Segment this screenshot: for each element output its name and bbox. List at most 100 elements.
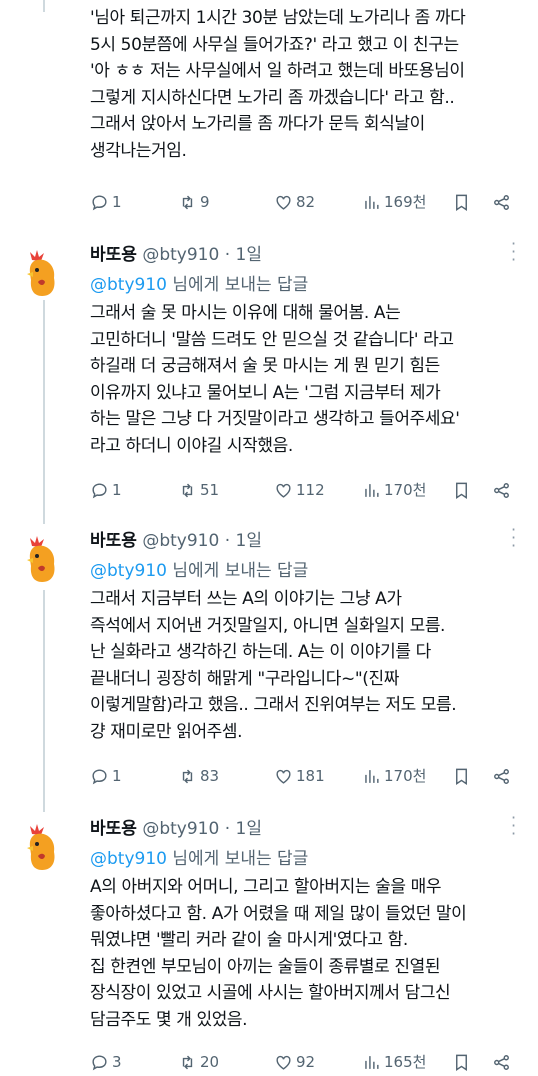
display-name[interactable]: 바또용 bbox=[90, 531, 137, 551]
share-button[interactable] bbox=[492, 190, 511, 214]
bookmark-button[interactable] bbox=[452, 478, 471, 502]
mention-link[interactable]: @bty910 bbox=[90, 561, 167, 581]
bookmark-icon bbox=[456, 1054, 467, 1071]
like-count: 112 bbox=[296, 481, 325, 499]
tweet[interactable]: 바또용 @bty910 · 1일 · · · @bty910 님에게 보내는 답글 … bbox=[0, 810, 538, 1076]
retweet-count: 51 bbox=[200, 481, 220, 499]
reply-count: 1 bbox=[112, 193, 122, 211]
like-count: 181 bbox=[296, 767, 325, 785]
reply-count: 1 bbox=[112, 767, 122, 785]
speech-bubble-icon bbox=[92, 1054, 107, 1070]
retweet-count: 83 bbox=[200, 767, 220, 785]
like-button[interactable]: 112 bbox=[274, 478, 325, 502]
avatar[interactable] bbox=[18, 248, 68, 298]
tweet[interactable]: 바또용 @bty910 · 1일 · · · @bty910 님에게 보내는 답글 … bbox=[0, 522, 538, 806]
tweet-body: '님아 퇴근까지 1시간 30분 남았는데 노가리나 좀 까다 5시 50분쯤에… bbox=[90, 8, 466, 161]
bookmark-icon bbox=[456, 482, 467, 499]
view-count: 165천 bbox=[384, 1053, 427, 1071]
like-button[interactable]: 82 bbox=[274, 190, 315, 214]
reply-context-label: 님에게 보내는 답글 bbox=[166, 561, 309, 581]
mention-link[interactable]: @bty910 bbox=[90, 849, 167, 869]
views-button[interactable]: 169천 bbox=[362, 190, 426, 214]
heart-icon bbox=[276, 769, 291, 784]
heart-icon bbox=[276, 1055, 291, 1070]
bookmark-icon bbox=[456, 768, 467, 785]
retweet-button[interactable]: 83 bbox=[178, 764, 219, 788]
avatar[interactable] bbox=[18, 534, 68, 584]
tweet-actions: 1 9 82 169천 bbox=[90, 190, 520, 214]
retweet-icon bbox=[182, 483, 193, 497]
avatar-image bbox=[27, 824, 55, 870]
tweet[interactable]: 바또용 @bty910 · 1일 · · · @bty910 님에게 보내는 답글 … bbox=[0, 236, 538, 520]
bookmark-icon bbox=[456, 194, 467, 211]
vertical-dots-icon[interactable]: · · · bbox=[510, 522, 516, 554]
retweet-icon bbox=[182, 195, 193, 209]
retweet-button[interactable]: 51 bbox=[178, 478, 219, 502]
retweet-count: 9 bbox=[200, 193, 210, 211]
tweet-header: 바또용 @bty910 · 1일 bbox=[90, 814, 262, 839]
reply-context: @bty910 님에게 보내는 답글 bbox=[90, 556, 308, 581]
view-count: 170천 bbox=[384, 481, 427, 499]
avatar[interactable] bbox=[18, 822, 68, 872]
share-icon bbox=[494, 482, 509, 498]
retweet-icon bbox=[182, 1055, 193, 1069]
reply-context: @bty910 님에게 보내는 답글 bbox=[90, 270, 308, 295]
tweet-header: 바또용 @bty910 · 1일 bbox=[90, 240, 262, 265]
view-count: 169천 bbox=[384, 193, 427, 211]
share-button[interactable] bbox=[492, 764, 511, 788]
display-name[interactable]: 바또용 bbox=[90, 245, 137, 265]
bookmark-button[interactable] bbox=[452, 764, 471, 788]
retweet-button[interactable]: 20 bbox=[178, 1050, 219, 1074]
tweet-actions: 3 20 92 165천 bbox=[90, 1050, 520, 1074]
speech-bubble-icon bbox=[92, 194, 107, 210]
speech-bubble-icon bbox=[92, 768, 107, 784]
tweet-actions: 1 83 181 170천 bbox=[90, 764, 520, 788]
mention-link[interactable]: @bty910 bbox=[90, 275, 167, 295]
avatar-image bbox=[27, 536, 55, 582]
share-button[interactable] bbox=[492, 478, 511, 502]
timestamp[interactable]: · 1일 bbox=[225, 819, 262, 839]
retweet-icon bbox=[182, 769, 193, 783]
timestamp[interactable]: · 1일 bbox=[225, 531, 262, 551]
view-count: 170천 bbox=[384, 767, 427, 785]
bar-chart-icon bbox=[365, 483, 379, 497]
views-button[interactable]: 170천 bbox=[362, 764, 426, 788]
reply-button[interactable]: 1 bbox=[90, 478, 122, 502]
like-button[interactable]: 92 bbox=[274, 1050, 315, 1074]
reply-context-label: 님에게 보내는 답글 bbox=[166, 849, 309, 869]
reply-count: 3 bbox=[112, 1053, 122, 1071]
heart-icon bbox=[276, 483, 291, 498]
share-icon bbox=[494, 194, 509, 210]
retweet-button[interactable]: 9 bbox=[178, 190, 210, 214]
handle[interactable]: @bty910 bbox=[142, 819, 219, 839]
retweet-count: 20 bbox=[200, 1053, 220, 1071]
reply-context-label: 님에게 보내는 답글 bbox=[166, 275, 309, 295]
vertical-dots-icon[interactable]: · · · bbox=[510, 236, 516, 268]
avatar-image bbox=[27, 250, 55, 296]
like-count: 92 bbox=[296, 1053, 316, 1071]
like-button[interactable]: 181 bbox=[274, 764, 325, 788]
display-name[interactable]: 바또용 bbox=[90, 819, 137, 839]
reply-context: @bty910 님에게 보내는 답글 bbox=[90, 844, 308, 869]
share-icon bbox=[494, 1054, 509, 1070]
handle[interactable]: @bty910 bbox=[142, 531, 219, 551]
bookmark-button[interactable] bbox=[452, 190, 471, 214]
views-button[interactable]: 165천 bbox=[362, 1050, 426, 1074]
bookmark-button[interactable] bbox=[452, 1050, 471, 1074]
handle[interactable]: @bty910 bbox=[142, 245, 219, 265]
reply-button[interactable]: 3 bbox=[90, 1050, 122, 1074]
reply-button[interactable]: 1 bbox=[90, 190, 122, 214]
reply-button[interactable]: 1 bbox=[90, 764, 122, 788]
tweet-actions: 1 51 112 170천 bbox=[90, 478, 520, 502]
speech-bubble-icon bbox=[92, 482, 107, 498]
bar-chart-icon bbox=[365, 195, 379, 209]
share-icon bbox=[494, 768, 509, 784]
like-count: 82 bbox=[296, 193, 316, 211]
tweet-body: 그래서 지금부터 쓰는 A의 이야기는 그냥 A가 즉석에서 지어낸 거짓말일지… bbox=[90, 589, 457, 742]
views-button[interactable]: 170천 bbox=[362, 478, 426, 502]
vertical-dots-icon[interactable]: · · · bbox=[510, 810, 516, 842]
share-button[interactable] bbox=[492, 1050, 511, 1074]
timestamp[interactable]: · 1일 bbox=[225, 245, 262, 265]
tweet-header: 바또용 @bty910 · 1일 bbox=[90, 526, 262, 551]
tweet[interactable]: '님아 퇴근까지 1시간 30분 남았는데 노가리나 좀 까다 5시 50분쯤에… bbox=[0, 0, 538, 230]
